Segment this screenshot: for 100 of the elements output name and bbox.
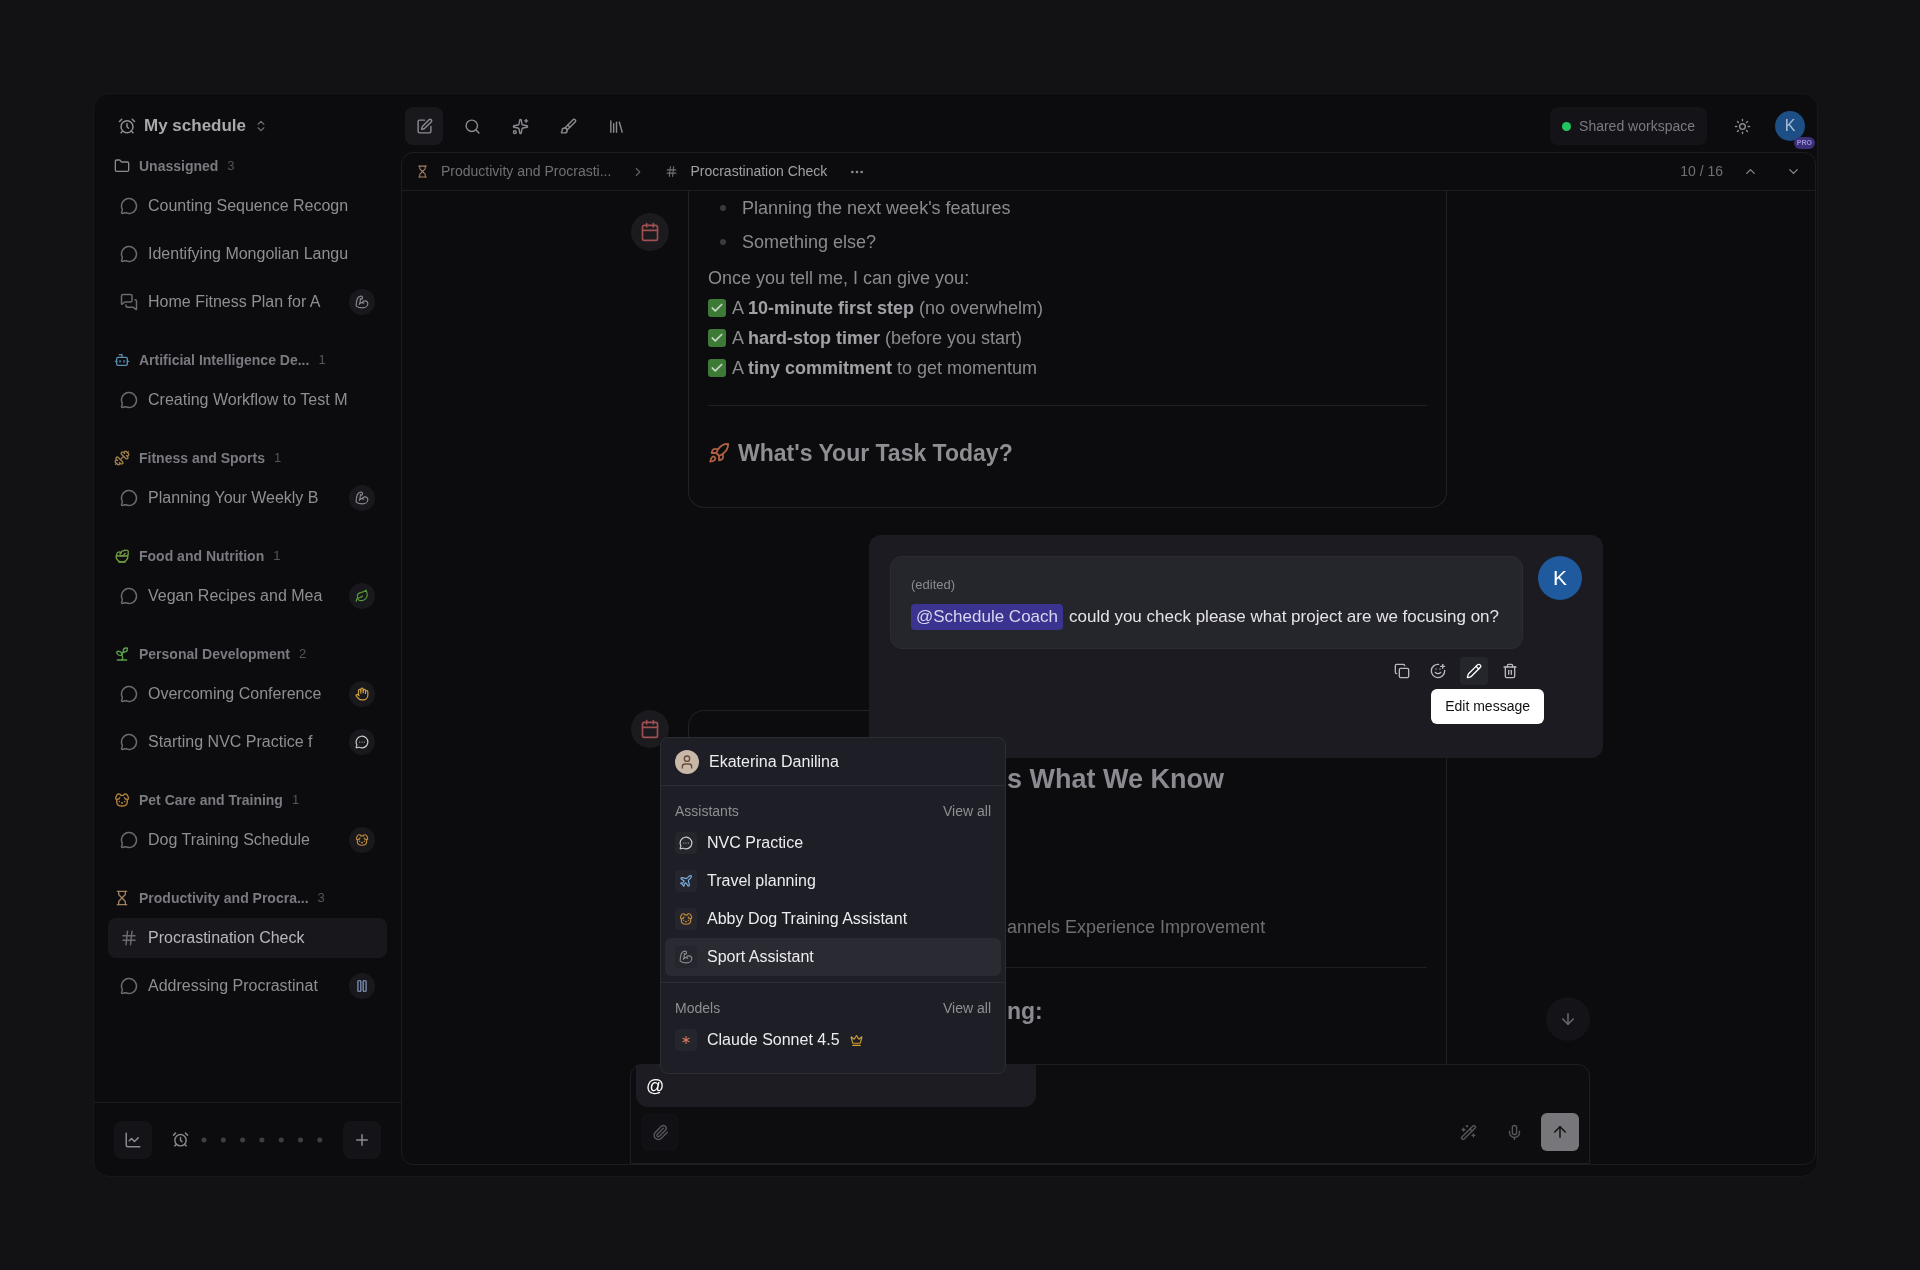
message-text: annels Experience Improvement — [1007, 916, 1267, 939]
sidebar-item[interactable]: Planning Your Weekly B — [108, 478, 387, 518]
sidebar-item[interactable]: Starting NVC Practice f — [108, 722, 387, 762]
group-count: 1 — [274, 449, 282, 468]
item-label: Starting NVC Practice f — [148, 732, 314, 752]
sidebar-item[interactable]: Home Fitness Plan for A — [108, 282, 387, 322]
arm-icon — [355, 491, 369, 505]
alarm-clock-icon[interactable] — [172, 1131, 189, 1148]
chat-bubble-icon — [120, 587, 138, 605]
speech-bubble-icon — [355, 735, 369, 749]
pause-icon — [355, 979, 369, 993]
add-button[interactable] — [343, 1120, 381, 1159]
item-label: Identifying Mongolian Langu — [148, 244, 350, 264]
message-text: Once you tell me, I can give you: — [708, 267, 971, 290]
assistant-avatar — [631, 213, 669, 251]
edit-button[interactable] — [1460, 656, 1488, 685]
mention-tag[interactable]: @Schedule Coach — [911, 604, 1063, 630]
menu-item[interactable]: NVC Practice — [665, 824, 1001, 862]
brush-icon — [559, 117, 577, 135]
user-avatar[interactable]: K — [1775, 111, 1805, 141]
arm-icon — [355, 295, 369, 309]
section-heading: What's Your Task Today? — [738, 439, 1013, 468]
sidebar-item[interactable]: Vegan Recipes and Mea — [108, 576, 387, 616]
group-title[interactable]: Unassigned — [139, 155, 219, 177]
dog-icon — [355, 833, 369, 847]
view-all-link[interactable]: View all — [943, 800, 991, 822]
smile-plus-icon — [1430, 662, 1446, 679]
section-title: Assistants — [675, 801, 739, 821]
sprout-icon — [114, 646, 130, 662]
sidebar-item[interactable]: Dog Training Schedule — [108, 820, 387, 860]
sidebar-item[interactable]: Counting Sequence Recogn — [108, 186, 387, 226]
workspace-button[interactable]: Shared workspace — [1550, 107, 1707, 145]
group-title[interactable]: Food and Nutrition — [139, 545, 265, 567]
breadcrumb-link[interactable]: Productivity and Procrasti... — [441, 161, 612, 182]
new-chat-button[interactable] — [405, 107, 443, 145]
view-all-link[interactable]: View all — [943, 997, 991, 1019]
checklist-text: A tiny commitment to get momentum — [732, 356, 1038, 380]
scroll-down-button[interactable] — [1546, 997, 1590, 1041]
menu-item[interactable]: Sport Assistant — [665, 938, 1001, 976]
group-title[interactable]: Fitness and Sports — [139, 447, 266, 469]
item-label: Planning Your Weekly B — [148, 488, 320, 508]
group-title[interactable]: Personal Development — [139, 643, 290, 665]
section-heading: ng: — [1007, 997, 1044, 1026]
menu-item-label: Abby Dog Training Assistant — [707, 909, 908, 929]
group-count: 1 — [318, 351, 326, 370]
menu-item[interactable]: Abby Dog Training Assistant — [665, 900, 1001, 938]
chat-bubble-icon — [120, 245, 138, 263]
hash-icon — [120, 929, 138, 947]
chat-bubble-icon — [120, 685, 138, 703]
sidebar-item[interactable]: Procrastination Check — [108, 918, 387, 958]
item-label: Counting Sequence Recogn — [148, 196, 350, 216]
person-option[interactable]: Ekaterina Danilina — [709, 749, 839, 774]
item-label: Vegan Recipes and Mea — [148, 586, 324, 606]
menu-item-label: Travel planning — [707, 871, 816, 891]
breadcrumb-current[interactable]: Procrastination Check — [690, 161, 828, 182]
item-label: Creating Workflow to Test M — [148, 390, 349, 410]
group-count: 1 — [273, 547, 281, 566]
paperclip-icon — [651, 1123, 669, 1141]
group-title[interactable]: Pet Care and Training — [139, 789, 283, 811]
group-count: 2 — [298, 645, 307, 664]
chat-bubbles-icon — [120, 293, 138, 311]
hand-icon — [355, 687, 369, 701]
chat-bubble-icon — [120, 197, 138, 215]
menu-item[interactable]: Travel planning — [665, 862, 1001, 900]
item-label: Procrastination Check — [148, 928, 306, 948]
person-avatar — [675, 749, 699, 774]
send-button[interactable] — [1541, 1113, 1579, 1151]
check-icon — [708, 329, 726, 347]
sidebar-item[interactable]: Addressing Procrastinat — [108, 966, 387, 1006]
plane-icon — [675, 870, 697, 892]
check-icon — [708, 359, 726, 377]
item-label: Home Fitness Plan for A — [148, 292, 322, 312]
search-icon — [463, 117, 481, 135]
sidebar-item[interactable]: Creating Workflow to Test M — [108, 380, 387, 420]
group-count: 3 — [227, 157, 235, 176]
item-label: Addressing Procrastinat — [148, 976, 319, 996]
dog-icon — [114, 792, 130, 808]
speech-bubble-icon — [675, 832, 697, 854]
group-title[interactable]: Productivity and Procra... — [139, 887, 309, 909]
asterisk-icon — [675, 1029, 697, 1051]
sidebar-item[interactable]: Overcoming Conference — [108, 674, 387, 714]
stats-button[interactable] — [114, 1120, 152, 1159]
leaf-icon — [355, 589, 369, 603]
robot-icon — [114, 352, 130, 368]
group-title[interactable]: Artificial Intelligence De... — [139, 349, 310, 371]
group-count: 1 — [291, 791, 300, 810]
dumbbell-icon — [114, 450, 130, 466]
tooltip: Edit message — [1431, 688, 1544, 724]
menu-item-label: Claude Sonnet 4.5 — [707, 1030, 840, 1050]
menu-item-label: Sport Assistant — [707, 947, 814, 967]
item-label: Dog Training Schedule — [148, 830, 311, 850]
arrow-down-icon — [1559, 1010, 1577, 1028]
sidebar-item[interactable]: Identifying Mongolian Langu — [108, 234, 387, 274]
folder-icon — [114, 158, 130, 174]
section-heading: s What We Know — [1007, 762, 1225, 796]
menu-item[interactable]: Claude Sonnet 4.5 — [665, 1021, 1001, 1059]
chat-bubble-icon — [120, 733, 138, 751]
workspace-title[interactable]: My schedule — [144, 113, 247, 139]
hash-icon — [665, 165, 679, 178]
menu-item-label: NVC Practice — [707, 833, 804, 853]
